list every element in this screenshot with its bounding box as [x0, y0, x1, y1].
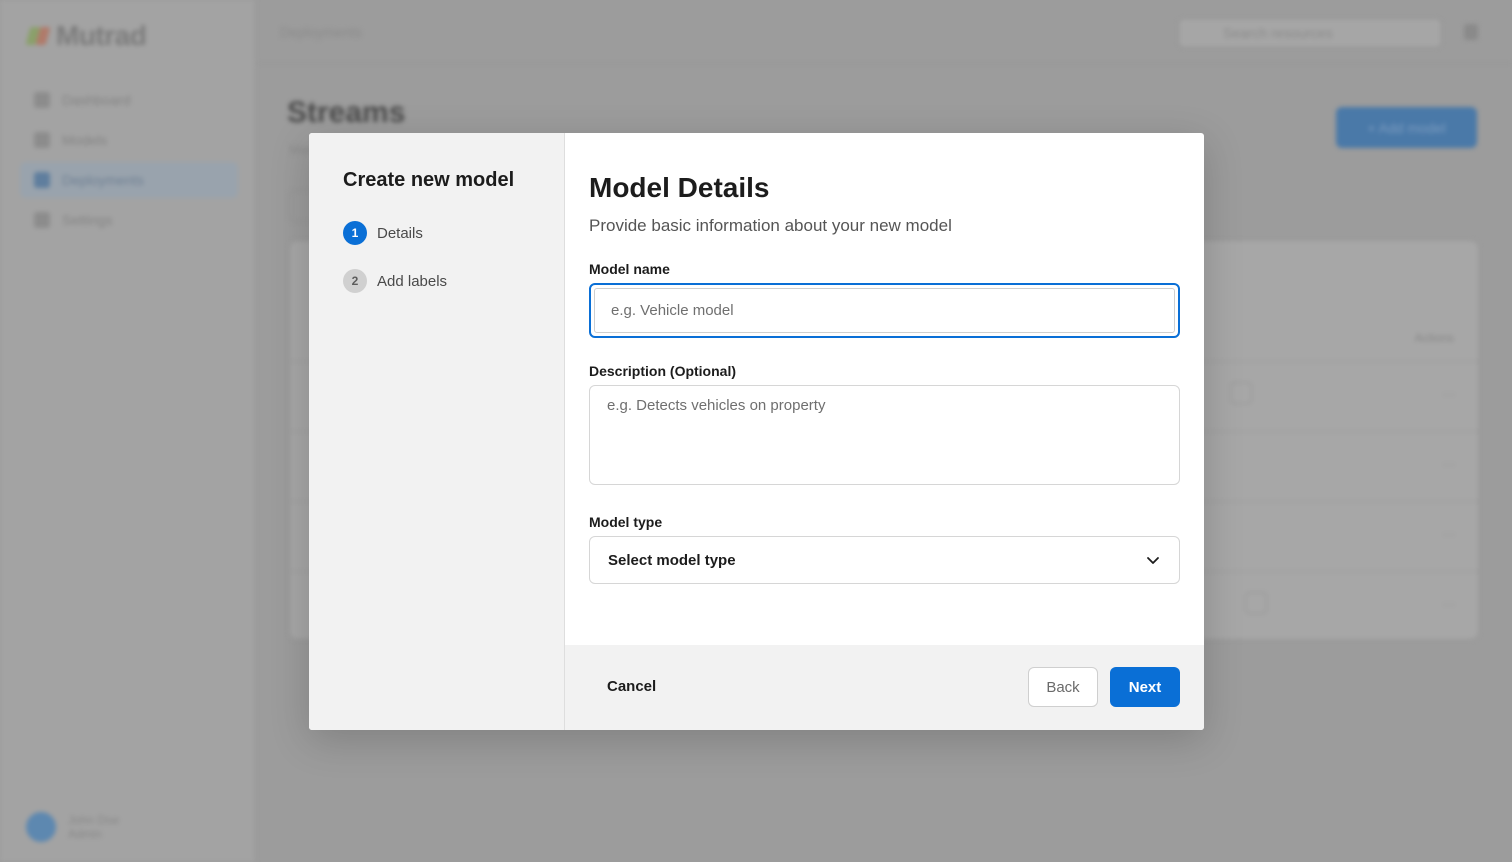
sidebar-item-settings[interactable]: Settings [20, 202, 238, 238]
user-role: Admin [68, 827, 103, 841]
logo-text: Mutrad [56, 20, 147, 51]
more-icon[interactable]: ⋯ [1442, 526, 1456, 543]
dialog-footer: Cancel Back Next [565, 645, 1204, 730]
more-icon[interactable]: ⋯ [1442, 386, 1456, 403]
step-label: Add labels [377, 272, 448, 290]
model-details-form: Model Details Provide basic information … [589, 171, 1180, 584]
grid-icon [34, 132, 50, 148]
description-label: Description (Optional) [589, 363, 736, 379]
model-name-label: Model name [589, 261, 670, 277]
bell-icon[interactable] [1464, 24, 1478, 40]
home-icon [34, 92, 50, 108]
form-title: Model Details [589, 172, 770, 203]
next-button[interactable]: Next [1110, 667, 1180, 707]
sidebar-item-label: Deployments [62, 172, 144, 188]
sidebar-item-label: Settings [62, 212, 113, 228]
back-button[interactable]: Back [1028, 667, 1098, 707]
dialog-sidebar-title: Create new model [343, 169, 515, 191]
add-model-button[interactable]: + Add model [1336, 107, 1477, 148]
step-number-badge: 1 [343, 221, 367, 245]
user-profile[interactable]: John Doe Admin [26, 812, 119, 842]
more-icon[interactable]: ⋯ [1442, 456, 1456, 473]
avatar [26, 812, 56, 842]
model-type-selected-value: Select model type [608, 551, 736, 569]
steps-sidebar: Create new model 1 Details 2 Add labels [309, 133, 565, 730]
app-logo: Mutrad [26, 20, 147, 52]
step-details[interactable]: 1 Details [343, 221, 564, 245]
sidebar-item-dashboard[interactable]: Dashboard [20, 82, 238, 118]
cancel-button[interactable]: Cancel [607, 678, 656, 695]
create-model-dialog: Create new model 1 Details 2 Add labels … [309, 133, 1204, 730]
app-sidebar: Mutrad Dashboard Models Deployments Sett… [0, 0, 256, 862]
search-input[interactable]: Search resources [1178, 18, 1442, 48]
model-type-select[interactable]: Select model type [589, 536, 1180, 584]
top-bar: Deployments Search resources [256, 0, 1512, 64]
table-tag [1245, 592, 1267, 614]
sidebar-nav: Dashboard Models Deployments Settings [20, 82, 238, 242]
model-name-input[interactable] [594, 288, 1175, 333]
model-name-focus-ring [589, 283, 1180, 338]
breadcrumb: Deployments [280, 24, 362, 40]
logo-mark-icon [26, 23, 52, 49]
sidebar-item-models[interactable]: Models [20, 122, 238, 158]
form-subtitle: Provide basic information about your new… [589, 216, 952, 235]
page-title: Streams [287, 96, 406, 129]
sidebar-item-label: Models [62, 132, 108, 148]
step-number-badge: 2 [343, 269, 367, 293]
sidebar-item-deployments[interactable]: Deployments [20, 162, 238, 198]
step-label: Details [377, 224, 423, 242]
table-header-actions: Actions [1414, 331, 1454, 345]
user-name: John Doe [68, 813, 120, 827]
user-info: John Doe Admin [68, 813, 119, 841]
more-icon[interactable]: ⋯ [1442, 596, 1456, 613]
form-pane: Model Details Provide basic information … [565, 133, 1204, 730]
chevron-down-icon [1147, 557, 1159, 564]
sidebar-item-label: Dashboard [62, 92, 131, 108]
step-add-labels[interactable]: 2 Add labels [343, 269, 564, 293]
description-textarea[interactable] [589, 385, 1180, 485]
model-type-label: Model type [589, 514, 663, 530]
gear-icon [34, 212, 50, 228]
table-tag [1230, 382, 1252, 404]
rocket-icon [34, 172, 50, 188]
